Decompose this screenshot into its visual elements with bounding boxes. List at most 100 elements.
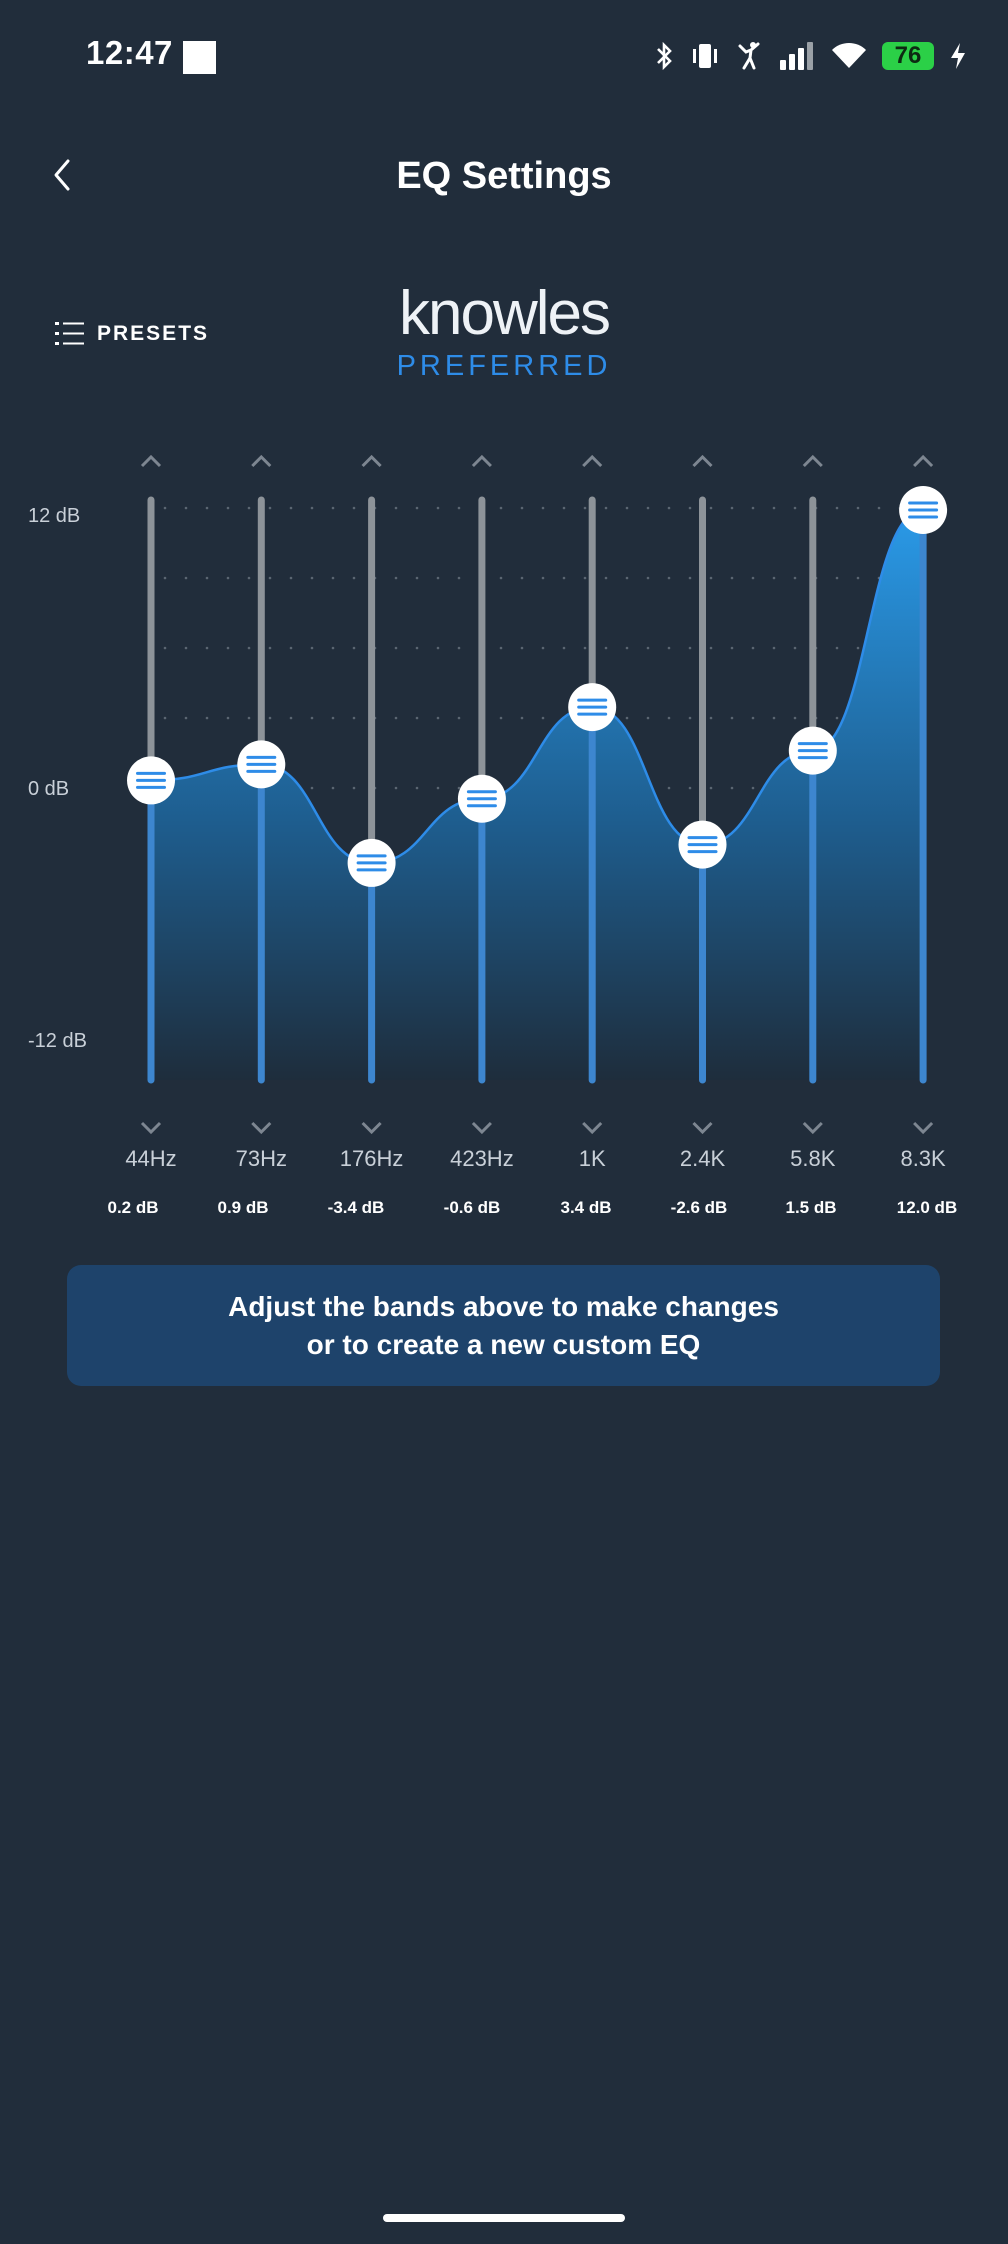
grid-dot (415, 716, 419, 720)
grid-dot (751, 576, 755, 580)
grid-dot (226, 716, 230, 720)
grid-dot (310, 646, 314, 650)
grid-dot (583, 576, 587, 580)
grid-dot (205, 506, 209, 510)
grid-dot (247, 716, 251, 720)
grid-dot (184, 716, 188, 720)
band-increase-icon[interactable] (251, 454, 272, 468)
grid-dot (184, 646, 188, 650)
band-decrease-icon[interactable] (582, 1121, 603, 1135)
band-decrease-icon[interactable] (361, 1121, 382, 1135)
band-decrease-icon[interactable] (692, 1121, 713, 1135)
band-decrease-icon[interactable] (471, 1121, 492, 1135)
home-indicator[interactable] (383, 2214, 625, 2222)
band-increase-icon[interactable] (582, 454, 603, 468)
band-decrease-icon[interactable] (251, 1121, 272, 1135)
band-increase-icon[interactable] (802, 454, 823, 468)
grid-dot (247, 646, 251, 650)
grid-dot (352, 576, 356, 580)
grid-dot (709, 646, 713, 650)
grid-dot (163, 506, 167, 510)
handle-grip-icon (356, 854, 387, 858)
grid-dot (457, 786, 461, 790)
grid-dot (772, 506, 776, 510)
handle-grip-icon (246, 769, 277, 773)
battery-icon: 76 (882, 42, 934, 70)
handle-grip-icon (908, 515, 939, 519)
grid-dot (520, 576, 524, 580)
grid-dot (331, 786, 335, 790)
grid-dot (205, 576, 209, 580)
grid-dot (730, 576, 734, 580)
band-gain-label: 3.4 dB (560, 1198, 612, 1217)
band-increase-icon[interactable] (692, 454, 713, 468)
grid-dot (331, 716, 335, 720)
grid-dot (184, 506, 188, 510)
grid-dot (415, 646, 419, 650)
handle-grip-icon (466, 804, 497, 808)
grid-dot (436, 646, 440, 650)
grid-dot (793, 716, 797, 720)
band-increase-icon[interactable] (471, 454, 492, 468)
grid-dot (667, 786, 671, 790)
grid-dot (247, 506, 251, 510)
grid-dot (226, 646, 230, 650)
grid-dot (226, 506, 230, 510)
grid-dot (793, 646, 797, 650)
grid-dot (394, 646, 398, 650)
grid-dot (709, 576, 713, 580)
band-frequency-label: 5.8K (790, 1146, 836, 1171)
grid-dot (289, 716, 293, 720)
grid-dot (415, 576, 419, 580)
grid-dot (688, 506, 692, 510)
grid-dot (856, 646, 860, 650)
grid-dot (793, 576, 797, 580)
status-icons: 76 (652, 36, 968, 76)
grid-dot (436, 716, 440, 720)
grid-dot (583, 646, 587, 650)
band-decrease-icon[interactable] (140, 1121, 162, 1135)
preset-name: PREFERRED (396, 350, 612, 382)
notification-square-icon (183, 41, 216, 74)
grid-dot (457, 506, 461, 510)
grid-dot (709, 506, 713, 510)
grid-dot (793, 506, 797, 510)
grid-dot (646, 576, 650, 580)
grid-dot (499, 506, 503, 510)
grid-dot (772, 576, 776, 580)
grid-dot (751, 786, 755, 790)
band-decrease-icon[interactable] (802, 1121, 823, 1135)
grid-dot (667, 646, 671, 650)
grid-dot (604, 506, 608, 510)
grid-dot (163, 646, 167, 650)
handle-grip-icon (797, 756, 828, 760)
handle-grip-icon (136, 785, 166, 789)
grid-dot (562, 506, 566, 510)
grid-dot (730, 646, 734, 650)
band-gain-label: 12.0 dB (896, 1198, 958, 1217)
grid-dot (877, 506, 881, 510)
handle-grip-icon (577, 698, 608, 702)
band-frequency-label: 423Hz (450, 1146, 514, 1171)
band-increase-icon[interactable] (913, 454, 934, 468)
signal-icon (780, 42, 813, 70)
grid-dot (310, 506, 314, 510)
handle-grip-icon (577, 705, 608, 709)
band-increase-icon[interactable] (361, 454, 382, 468)
band-gain-label: -2.6 dB (670, 1198, 728, 1217)
band-increase-icon[interactable] (140, 454, 162, 468)
page-title: EQ Settings (396, 155, 612, 197)
grid-dot (352, 646, 356, 650)
grid-dot (541, 506, 545, 510)
grid-dot (667, 576, 671, 580)
grid-dot (205, 646, 209, 650)
grid-dot (583, 506, 587, 510)
band-frequency-label: 176Hz (339, 1146, 404, 1171)
grid-dot (520, 646, 524, 650)
bluetooth-icon (657, 41, 672, 71)
grid-dot (730, 786, 734, 790)
grid-dot (520, 506, 524, 510)
band-frequency-label: 8.3K (900, 1146, 946, 1171)
band-decrease-icon[interactable] (913, 1121, 934, 1135)
handle-grip-icon (577, 712, 608, 716)
